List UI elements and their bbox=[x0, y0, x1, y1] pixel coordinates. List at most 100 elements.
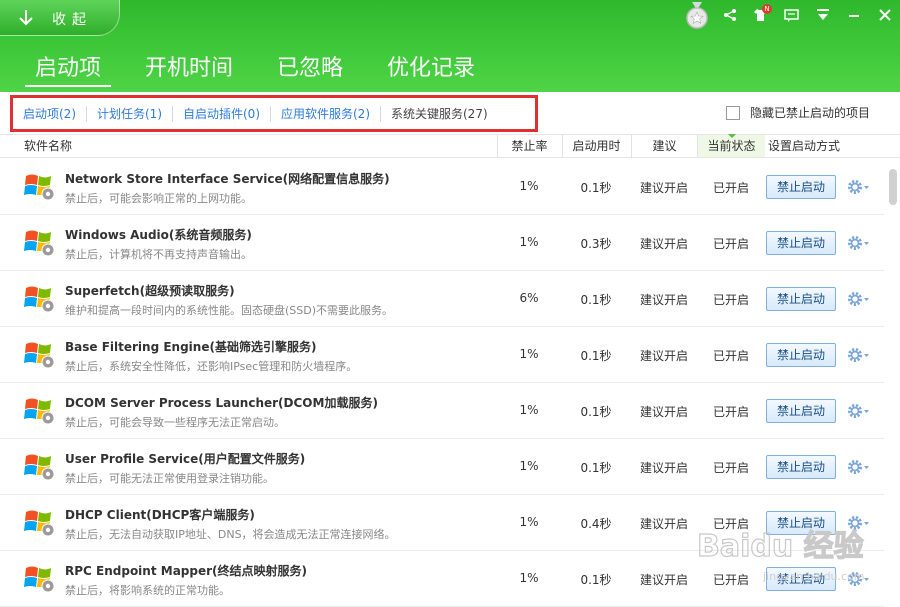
windows-service-icon bbox=[24, 174, 55, 201]
app-header: 收起 N 启动项 开机时间 已忽略 优化记录 bbox=[0, 0, 900, 92]
advice-value: 建议开启 bbox=[639, 405, 688, 419]
windows-service-icon bbox=[24, 566, 55, 593]
disable-startup-button[interactable]: 禁止启动 bbox=[766, 231, 836, 255]
tab-ignored[interactable]: 已忽略 bbox=[267, 50, 353, 87]
subtab-app-services[interactable]: 应用软件服务(2) bbox=[271, 105, 381, 122]
hide-disabled-toggle[interactable]: 隐藏已禁止启动的项目 bbox=[726, 104, 870, 121]
close-icon[interactable] bbox=[869, 2, 900, 28]
table-row: DHCP Client(DHCP客户端服务) 禁止后，无法自动获取IP地址、DN… bbox=[0, 495, 884, 551]
service-title: DHCP Client(DHCP客户端服务) bbox=[65, 508, 255, 522]
service-description: 禁止后，无法自动获取IP地址、DNS，将会造成无法正常连接网络。 bbox=[65, 528, 396, 541]
disable-rate-value: 1% bbox=[519, 235, 539, 249]
gear-dropdown-icon[interactable] bbox=[846, 178, 870, 196]
service-list: Network Store Interface Service(网络配置信息服务… bbox=[0, 159, 884, 607]
gear-dropdown-icon[interactable] bbox=[846, 514, 870, 532]
status-value: 已开启 bbox=[712, 405, 749, 419]
advice-value: 建议开启 bbox=[639, 573, 688, 587]
tab-boot-time[interactable]: 开机时间 bbox=[135, 50, 243, 87]
scroll-thumb[interactable] bbox=[889, 169, 897, 205]
column-header: 软件名称 禁止率 启动用时 建议 当前状态 设置启动方式 bbox=[0, 134, 900, 158]
collapse-label: 收起 bbox=[52, 12, 92, 28]
service-description: 禁止后，将影响系统的正常功能。 bbox=[65, 584, 230, 597]
col-set-startup: 设置启动方式 bbox=[768, 139, 841, 153]
disable-rate-value: 6% bbox=[519, 291, 539, 305]
skin-badge: N bbox=[762, 4, 772, 14]
startup-time-value: 0.1秒 bbox=[580, 573, 612, 587]
disable-startup-button[interactable]: 禁止启动 bbox=[766, 343, 836, 367]
col-advice[interactable]: 建议 bbox=[631, 135, 697, 157]
tab-startup-items[interactable]: 启动项 bbox=[25, 50, 112, 87]
table-row: RPC Endpoint Mapper(终结点映射服务) 禁止后，将影响系统的正… bbox=[0, 551, 884, 607]
gear-dropdown-icon[interactable] bbox=[846, 234, 870, 252]
gear-dropdown-icon[interactable] bbox=[846, 570, 870, 588]
service-title: Base Filtering Engine(基础筛选引擎服务) bbox=[65, 340, 317, 354]
col-current-status[interactable]: 当前状态 bbox=[697, 134, 765, 157]
gear-dropdown-icon[interactable] bbox=[846, 458, 870, 476]
collapse-button[interactable]: 收起 bbox=[0, 0, 120, 36]
share-icon[interactable] bbox=[714, 2, 745, 28]
service-description: 维护和提高一段时间内的系统性能。固态硬盘(SSD)不需要此服务。 bbox=[65, 304, 394, 317]
status-value: 已开启 bbox=[712, 461, 749, 475]
advice-value: 建议开启 bbox=[639, 517, 688, 531]
service-title: Windows Audio(系统音频服务) bbox=[65, 228, 252, 242]
status-value: 已开启 bbox=[712, 237, 749, 251]
disable-startup-button[interactable]: 禁止启动 bbox=[766, 567, 836, 591]
startup-time-value: 0.4秒 bbox=[580, 517, 612, 531]
sub-tab-bar: 启动项(2) 计划任务(1) 自启动插件(0) 应用软件服务(2) 系统关键服务… bbox=[0, 92, 900, 134]
hide-disabled-checkbox[interactable] bbox=[726, 105, 740, 120]
tshirt-skin-icon[interactable]: N bbox=[745, 2, 776, 28]
service-description: 禁止后，计算机将不再支持声音输出。 bbox=[65, 248, 252, 261]
service-description: 禁止后，可能会导致一些程序无法正常启动。 bbox=[65, 416, 285, 429]
disable-startup-button[interactable]: 禁止启动 bbox=[766, 455, 836, 479]
table-row: Base Filtering Engine(基础筛选引擎服务) 禁止后，系统安全… bbox=[0, 327, 884, 383]
col-software-name: 软件名称 bbox=[24, 139, 73, 153]
minimize-icon[interactable] bbox=[838, 2, 869, 28]
windows-service-icon bbox=[24, 286, 55, 313]
service-title: Superfetch(超级预读取服务) bbox=[65, 284, 235, 298]
windows-service-icon bbox=[24, 454, 55, 481]
menu-icon[interactable] bbox=[807, 2, 838, 28]
table-row: Windows Audio(系统音频服务) 禁止后，计算机将不再支持声音输出。 … bbox=[0, 215, 884, 271]
message-icon[interactable] bbox=[776, 2, 807, 28]
disable-rate-value: 1% bbox=[519, 515, 539, 529]
sub-tabs-highlighted: 启动项(2) 计划任务(1) 自启动插件(0) 应用软件服务(2) 系统关键服务… bbox=[10, 95, 538, 132]
col-startup-time[interactable]: 启动用时 bbox=[562, 135, 630, 157]
status-value: 已开启 bbox=[712, 349, 749, 363]
disable-rate-value: 1% bbox=[519, 347, 539, 361]
disable-startup-button[interactable]: 禁止启动 bbox=[766, 511, 836, 535]
advice-value: 建议开启 bbox=[639, 349, 688, 363]
advice-value: 建议开启 bbox=[639, 181, 688, 195]
service-title: Network Store Interface Service(网络配置信息服务… bbox=[65, 172, 390, 186]
startup-time-value: 0.1秒 bbox=[580, 349, 612, 363]
service-description: 禁止后，系统安全性降低，还影响IPsec管理和防火墙程序。 bbox=[65, 360, 358, 373]
disable-startup-button[interactable]: 禁止启动 bbox=[766, 175, 836, 199]
subtab-autostart-plugins[interactable]: 自启动插件(0) bbox=[173, 105, 271, 122]
subtab-system-services[interactable]: 系统关键服务(27) bbox=[381, 106, 498, 122]
scrollbar[interactable] bbox=[886, 159, 900, 600]
medal-icon[interactable] bbox=[685, 2, 709, 30]
gear-dropdown-icon[interactable] bbox=[846, 402, 870, 420]
disable-startup-button[interactable]: 禁止启动 bbox=[766, 399, 836, 423]
windows-service-icon bbox=[24, 398, 55, 425]
service-description: 禁止后，可能无法正常使用登录注销功能。 bbox=[65, 472, 274, 485]
startup-time-value: 0.1秒 bbox=[580, 405, 612, 419]
service-title: RPC Endpoint Mapper(终结点映射服务) bbox=[65, 564, 307, 578]
gear-dropdown-icon[interactable] bbox=[846, 290, 870, 308]
gear-dropdown-icon[interactable] bbox=[846, 346, 870, 364]
windows-service-icon bbox=[24, 342, 55, 369]
col-disable-rate[interactable]: 禁止率 bbox=[497, 135, 561, 157]
subtab-scheduled-tasks[interactable]: 计划任务(1) bbox=[87, 105, 173, 122]
window-controls: N bbox=[714, 0, 900, 30]
subtab-startup[interactable]: 启动项(2) bbox=[13, 105, 87, 122]
disable-startup-button[interactable]: 禁止启动 bbox=[766, 287, 836, 311]
advice-value: 建议开启 bbox=[639, 293, 688, 307]
disable-rate-value: 1% bbox=[519, 403, 539, 417]
main-tabs: 启动项 开机时间 已忽略 优化记录 bbox=[25, 50, 509, 87]
status-value: 已开启 bbox=[712, 293, 749, 307]
disable-rate-value: 1% bbox=[519, 179, 539, 193]
table-row: Superfetch(超级预读取服务) 维护和提高一段时间内的系统性能。固态硬盘… bbox=[0, 271, 884, 327]
tab-optimize-log[interactable]: 优化记录 bbox=[377, 50, 485, 87]
status-value: 已开启 bbox=[712, 573, 749, 587]
advice-value: 建议开启 bbox=[639, 237, 688, 251]
startup-time-value: 0.3秒 bbox=[580, 237, 612, 251]
